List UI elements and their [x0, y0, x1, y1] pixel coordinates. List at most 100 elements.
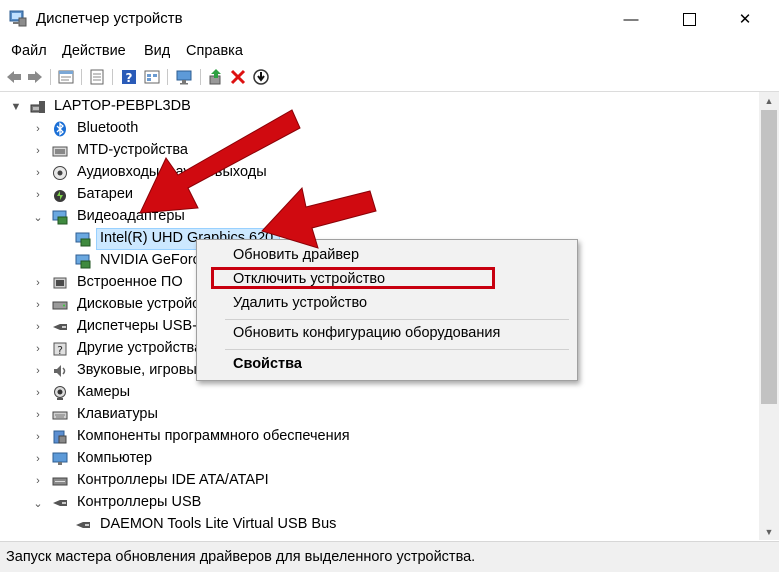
- menu-file[interactable]: Файл: [11, 43, 47, 59]
- chevron-right-icon[interactable]: ›: [31, 166, 45, 180]
- tree-label: Контроллеры USB: [77, 494, 202, 510]
- menu-uninstall-device[interactable]: Удалить устройство: [233, 295, 367, 311]
- menu-view[interactable]: Вид: [144, 43, 170, 59]
- menu-help[interactable]: Справка: [186, 43, 243, 59]
- firmware-icon: [53, 277, 67, 289]
- chevron-right-icon[interactable]: ›: [31, 386, 45, 400]
- bluetooth-icon: [54, 121, 66, 137]
- tree-item-daemon-usb[interactable]: DAEMON Tools Lite Virtual USB Bus: [0, 514, 759, 536]
- context-menu: Обновить драйвер Отключить устройство Уд…: [196, 239, 578, 381]
- chevron-right-icon[interactable]: ›: [31, 298, 45, 312]
- tree-label: Компьютер: [77, 450, 153, 466]
- tree-label: LAPTOP-PEBPL3DB: [54, 98, 191, 114]
- tree-item-display-adapters[interactable]: ⌄ Видеоадаптеры: [0, 206, 759, 228]
- minimize-button[interactable]: —: [608, 0, 654, 38]
- computer-icon: [30, 101, 45, 113]
- keyboard-icon: [52, 411, 68, 420]
- list-icon[interactable]: [88, 68, 106, 86]
- svg-text:?: ?: [57, 344, 63, 357]
- tree-label: DAEMON Tools Lite Virtual USB Bus: [100, 516, 337, 532]
- close-button[interactable]: ✕: [722, 0, 768, 38]
- tree-item-ide[interactable]: › Контроллеры IDE ATA/ATAPI: [0, 470, 759, 492]
- tree-root[interactable]: ▼ LAPTOP-PEBPL3DB: [0, 96, 759, 118]
- menu-update-driver[interactable]: Обновить драйвер: [233, 247, 359, 263]
- tree-item-bluetooth[interactable]: › Bluetooth: [0, 118, 759, 140]
- scroll-down-icon[interactable]: ▼: [759, 523, 779, 540]
- chevron-right-icon[interactable]: ›: [31, 452, 45, 466]
- chevron-right-icon[interactable]: ›: [31, 408, 45, 422]
- tree-item-software-components[interactable]: › Компоненты программного обеспечения: [0, 426, 759, 448]
- chevron-right-icon[interactable]: ›: [31, 144, 45, 158]
- scroll-up-icon[interactable]: ▲: [759, 92, 779, 109]
- maximize-icon: [682, 12, 696, 26]
- tree-item-battery[interactable]: › Батареи: [0, 184, 759, 206]
- tree-label: Клавиатуры: [77, 406, 158, 422]
- scroll-thumb[interactable]: [761, 110, 777, 404]
- camera-icon: [54, 386, 66, 400]
- chevron-down-icon[interactable]: ▼: [9, 100, 23, 114]
- tree-item-computer[interactable]: › Компьютер: [0, 448, 759, 470]
- menu-action[interactable]: Действие: [62, 43, 126, 59]
- help-icon[interactable]: ?: [120, 68, 138, 86]
- disk-icon: [52, 301, 68, 310]
- device-manager-icon: [9, 10, 27, 27]
- view-icon[interactable]: [143, 68, 161, 86]
- chevron-right-icon[interactable]: ›: [31, 430, 45, 444]
- tree-item-usb-controllers[interactable]: ⌄ Контроллеры USB: [0, 492, 759, 514]
- uninstall-icon[interactable]: [229, 68, 247, 86]
- chevron-right-icon[interactable]: ›: [31, 364, 45, 378]
- usb-icon: [53, 324, 67, 330]
- tree-item-audio[interactable]: › Аудиовходы и аудиовыходы: [0, 162, 759, 184]
- update-driver-icon[interactable]: [207, 68, 225, 86]
- tree-label: Камеры: [77, 384, 131, 400]
- monitor-icon[interactable]: [175, 68, 193, 86]
- chevron-down-icon[interactable]: ⌄: [31, 210, 45, 224]
- tree-label: Контроллеры IDE ATA/ATAPI: [77, 472, 269, 488]
- highlight-box: [211, 267, 495, 289]
- menu-properties[interactable]: Свойства: [233, 356, 302, 372]
- mtd-icon: [52, 146, 68, 157]
- gpu-icon: [75, 254, 91, 269]
- battery-icon: [54, 190, 66, 202]
- close-icon: ✕: [738, 11, 752, 28]
- title-bar: Диспетчер устройств — ✕: [0, 0, 779, 38]
- chevron-right-icon[interactable]: ›: [31, 474, 45, 488]
- forward-icon[interactable]: [26, 68, 44, 86]
- tree-label: Другие устройства: [77, 340, 203, 356]
- software-icon: [53, 430, 67, 444]
- chevron-right-icon[interactable]: ›: [31, 188, 45, 202]
- menu-scan-hardware[interactable]: Обновить конфигурацию оборудования: [233, 325, 500, 341]
- svg-text:?: ?: [126, 71, 133, 85]
- download-icon[interactable]: [252, 68, 270, 86]
- tree-label: Видеоадаптеры: [77, 208, 185, 224]
- menu-separator: [225, 349, 569, 350]
- menu-separator: [225, 319, 569, 320]
- tree-label: Bluetooth: [77, 120, 139, 136]
- window-title: Диспетчер устройств: [36, 10, 183, 27]
- tree-item-keyboards[interactable]: › Клавиатуры: [0, 404, 759, 426]
- maximize-button[interactable]: [666, 0, 712, 38]
- status-bar: Запуск мастера обновления драйверов для …: [0, 541, 779, 572]
- display-adapter-icon: [52, 210, 68, 225]
- tree-item-cameras[interactable]: › Камеры: [0, 382, 759, 404]
- chevron-right-icon[interactable]: ›: [31, 276, 45, 290]
- tree-label: Компоненты программного обеспечения: [77, 428, 350, 444]
- ide-icon: [52, 477, 68, 486]
- tree-label: Встроенное ПО: [77, 274, 183, 290]
- other-devices-icon: ?: [53, 342, 67, 357]
- sound-icon: [54, 365, 66, 377]
- vertical-scrollbar[interactable]: ▲ ▼: [759, 92, 779, 540]
- chevron-down-icon[interactable]: ⌄: [31, 496, 45, 510]
- audio-icon: [53, 166, 67, 180]
- tree-label: MTD-устройства: [77, 142, 188, 158]
- chevron-right-icon[interactable]: ›: [31, 320, 45, 334]
- chevron-right-icon[interactable]: ›: [31, 342, 45, 356]
- status-text: Запуск мастера обновления драйверов для …: [6, 549, 476, 565]
- properties-icon[interactable]: [57, 68, 75, 86]
- chevron-right-icon[interactable]: ›: [31, 122, 45, 136]
- tree-item-mtd[interactable]: › MTD-устройства: [0, 140, 759, 162]
- menu-bar: Файл Действие Вид Справка: [0, 38, 779, 63]
- back-icon[interactable]: [5, 68, 23, 86]
- usb-controller-icon: [53, 500, 67, 506]
- toolbar: ?: [0, 63, 779, 92]
